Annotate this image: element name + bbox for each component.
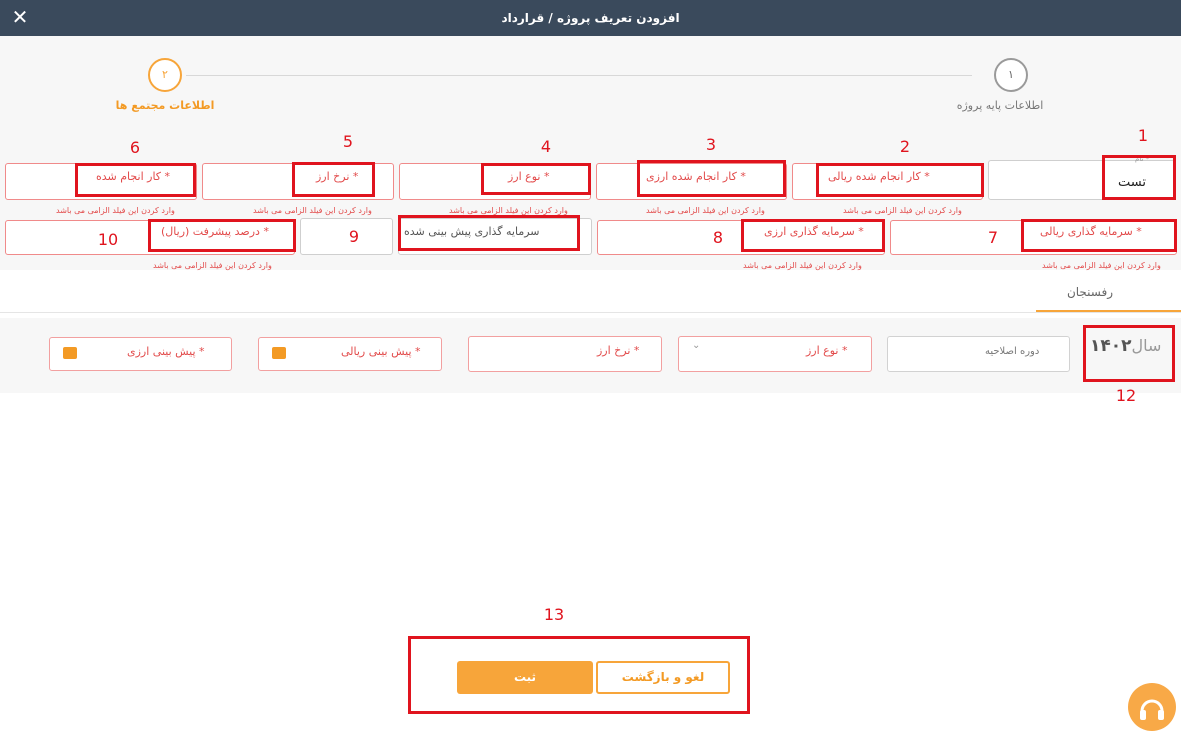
rial-investment-label: سرمایه گذاری ریالی * <box>1040 225 1142 238</box>
step-2-label: اطلاعات مجتمع ها <box>115 99 215 112</box>
currency-type-error: وارد کردن این فیلد الزامی می باشد <box>449 206 568 215</box>
progress-percent-label: درصد پیشرفت (ریال) * <box>161 225 269 238</box>
work-done-label: کار انجام شده * <box>96 170 171 183</box>
currency-type-input[interactable] <box>399 163 591 200</box>
step-2-circle[interactable]: ۲ <box>148 58 182 92</box>
forecast-investment-label: سرمایه گذاری پیش بینی شده <box>404 225 540 238</box>
year-value: ۱۴۰۲ <box>1090 336 1132 356</box>
headset-icon <box>1140 699 1164 720</box>
annotation-number-10: 10 <box>97 230 119 249</box>
name-label: نام * <box>1135 155 1150 163</box>
annotation-number-5: 5 <box>342 132 354 151</box>
annotation-number-8: 8 <box>712 228 724 247</box>
year-heading: سال۱۴۰۲ <box>1090 336 1161 356</box>
close-icon[interactable]: ✕ <box>8 5 32 29</box>
chevron-down-icon[interactable]: ⌄ <box>692 340 700 351</box>
revision-period-label: دوره اصلاحیه <box>985 346 1040 357</box>
exchange-rate-input[interactable] <box>202 163 394 200</box>
annotation-number-12: 12 <box>1115 386 1137 405</box>
fx-work-done-error: وارد کردن این فیلد الزامی می باشد <box>646 206 765 215</box>
revision-period-input[interactable] <box>887 336 1070 372</box>
annotation-number-9: 9 <box>348 227 360 246</box>
annotation-number-1: 1 <box>1137 126 1149 145</box>
step-1-label: اطلاعات پایه پروژه <box>956 99 1044 112</box>
work-done-error: وارد کردن این فیلد الزامی می باشد <box>56 206 175 215</box>
tab-divider <box>0 312 1181 313</box>
step-1-circle[interactable]: ۱ <box>994 58 1028 92</box>
annotation-number-4: 4 <box>540 137 552 156</box>
fx-investment-error: وارد کردن این فیلد الزامی می باشد <box>743 261 862 270</box>
currency-type-label: نوع ارز * <box>508 170 550 183</box>
fx-work-done-label: کار انجام شده ارزی * <box>646 170 746 183</box>
exchange-rate-error: وارد کردن این فیلد الزامی می باشد <box>253 206 372 215</box>
support-chat-icon[interactable] <box>1128 683 1176 731</box>
dialog-title: افزودن تعریف پروژه / قرارداد <box>501 11 680 25</box>
stepper-line <box>186 75 972 76</box>
save-button[interactable]: ثبت <box>457 661 593 694</box>
fx-forecast-label: پیش بینی ارزی * <box>127 345 205 358</box>
progress-percent-error: وارد کردن این فیلد الزامی می باشد <box>153 261 272 270</box>
cancel-button[interactable]: لغو و بازگشت <box>596 661 730 694</box>
exchange-rate-label: نرخ ارز * <box>316 170 359 183</box>
annotation-number-13: 13 <box>543 605 565 624</box>
calendar-icon[interactable] <box>272 347 286 359</box>
rial-work-done-error: وارد کردن این فیلد الزامی می باشد <box>843 206 962 215</box>
annotation-number-3: 3 <box>705 135 717 154</box>
annotation-number-2: 2 <box>899 137 911 156</box>
calendar-icon[interactable] <box>63 347 77 359</box>
year-exchange-rate-label: نرخ ارز * <box>597 344 640 357</box>
name-value: تست <box>1118 175 1146 190</box>
rial-work-done-label: کار انجام شده ریالی * <box>828 170 930 183</box>
tab-rafsanjan[interactable]: رفسنجان <box>1040 285 1140 299</box>
annotation-number-6: 6 <box>129 138 141 157</box>
fx-investment-label: سرمایه گذاری ارزی * <box>764 225 864 238</box>
rial-forecast-label: پیش بینی ریالی * <box>341 345 421 358</box>
year-label: سال <box>1131 336 1162 355</box>
name-input[interactable] <box>988 160 1175 200</box>
currency-type-select-label: نوع ارز * <box>806 344 848 357</box>
rial-investment-error: وارد کردن این فیلد الزامی می باشد <box>1042 261 1161 270</box>
annotation-number-7: 7 <box>987 228 999 247</box>
